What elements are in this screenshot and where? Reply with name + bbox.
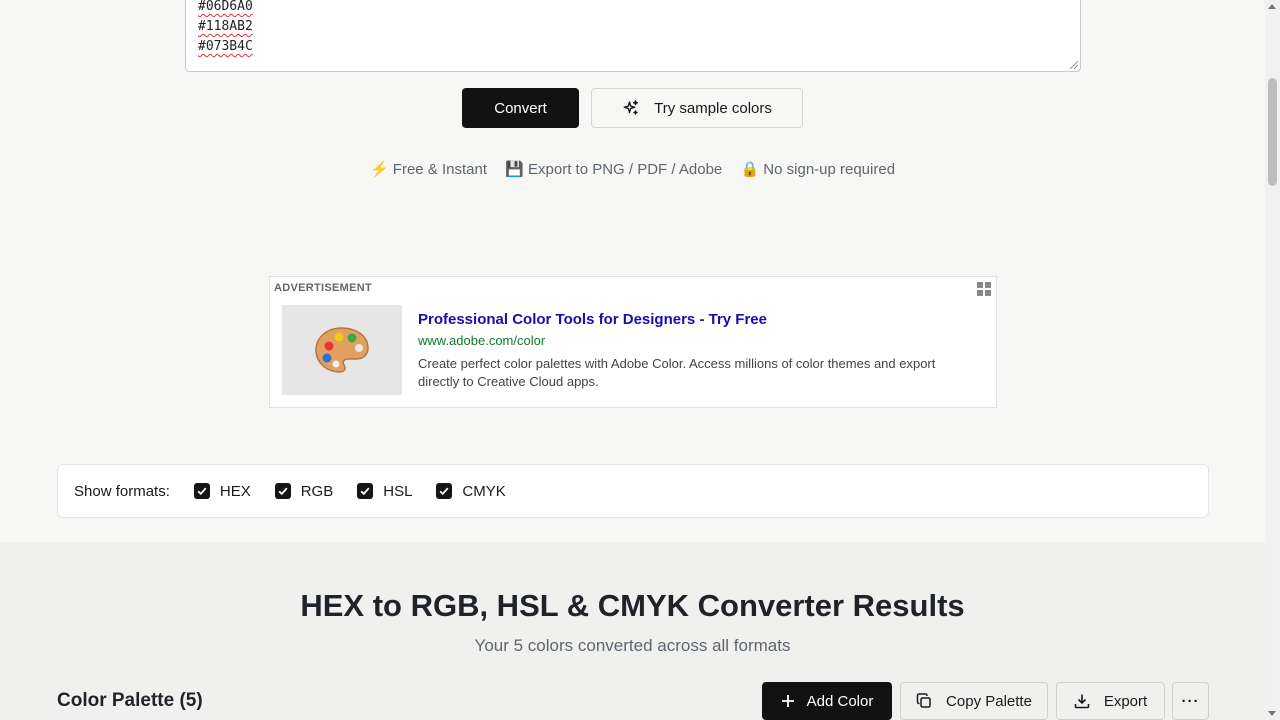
vertical-scrollbar[interactable]	[1265, 0, 1280, 720]
checkbox-checked-icon[interactable]	[357, 483, 374, 499]
feature-free-instant: ⚡ Free & Instant	[369, 161, 487, 178]
ad-thumbnail[interactable]	[282, 305, 402, 395]
format-toggle-hex[interactable]: HEX	[193, 482, 251, 500]
feature-highlights: ⚡ Free & Instant 💾 Export to PNG / PDF /…	[0, 160, 1265, 178]
results-subtitle: Your 5 colors converted across all forma…	[474, 636, 791, 655]
palette-icon	[315, 327, 369, 373]
format-label: HSL	[383, 482, 413, 500]
checkbox-checked-icon[interactable]	[274, 483, 291, 499]
show-formats-label: Show formats:	[74, 482, 170, 500]
scrollbar-thumb[interactable]	[1268, 78, 1277, 186]
ad-description: Create perfect color palettes with Adobe…	[418, 356, 936, 389]
checkbox-checked-icon[interactable]	[436, 483, 453, 499]
ad-label: ADVERTISEMENT	[274, 282, 373, 294]
results-title: HEX to RGB, HSL & CMYK Converter Results	[300, 588, 965, 623]
feature-no-signup: 🔒 No sign-up required	[740, 161, 896, 178]
plus-icon	[781, 695, 794, 707]
hex-input-line: #06D6A0	[198, 0, 253, 14]
add-color-label: Add Color	[806, 692, 874, 710]
format-label: CMYK	[462, 482, 506, 500]
feature-export: 💾 Export to PNG / PDF / Adobe	[505, 161, 723, 178]
format-label: HEX	[219, 482, 251, 500]
ad-url[interactable]: www.adobe.com/color	[418, 333, 545, 348]
try-sample-colors-button[interactable]: Try sample colors	[591, 88, 803, 128]
copy-palette-label: Copy Palette	[946, 692, 1032, 710]
show-formats-bar: Show formats: HEX RGB HSL CMYK	[57, 464, 1209, 518]
hex-input-line: #073B4C	[198, 39, 253, 54]
export-label: Export	[1103, 692, 1148, 710]
scroll-up-arrow-icon[interactable]	[1268, 4, 1276, 9]
convert-button[interactable]: Convert	[462, 88, 579, 128]
hex-input-line: #118AB2	[198, 19, 253, 34]
sparkles-icon	[623, 100, 639, 115]
format-toggle-hsl[interactable]: HSL	[357, 483, 412, 500]
checkbox-checked-icon[interactable]	[193, 483, 210, 499]
export-button[interactable]: Export	[1056, 682, 1165, 720]
hex-input-textarea[interactable]: #06D6A0 #118AB2 #073B4C	[185, 0, 1081, 72]
copy-icon	[916, 693, 931, 708]
palette-title: Color Palette (5)	[57, 690, 203, 711]
resize-handle[interactable]	[1070, 61, 1078, 69]
ad-grid-icon[interactable]	[976, 281, 992, 297]
copy-palette-button[interactable]: Copy Palette	[900, 682, 1048, 720]
more-options-button[interactable]: ···	[1172, 682, 1209, 720]
ad-title-link[interactable]: Professional Color Tools for Designers -…	[418, 311, 767, 328]
scroll-down-arrow-icon[interactable]	[1268, 711, 1276, 716]
hex-input-lines: #06D6A0 #118AB2 #073B4C	[198, 0, 253, 57]
page: #06D6A0 #118AB2 #073B4C Convert Try samp…	[0, 0, 1265, 720]
add-color-button[interactable]: Add Color	[762, 682, 892, 720]
format-toggle-rgb[interactable]: RGB	[274, 482, 334, 500]
format-label: RGB	[300, 482, 334, 500]
try-sample-colors-label: Try sample colors	[654, 99, 772, 117]
format-toggle-cmyk[interactable]: CMYK	[436, 482, 506, 500]
download-icon	[1074, 694, 1090, 709]
advertisement[interactable]: ADVERTISEMENT Professional Color Tools f…	[269, 276, 997, 408]
